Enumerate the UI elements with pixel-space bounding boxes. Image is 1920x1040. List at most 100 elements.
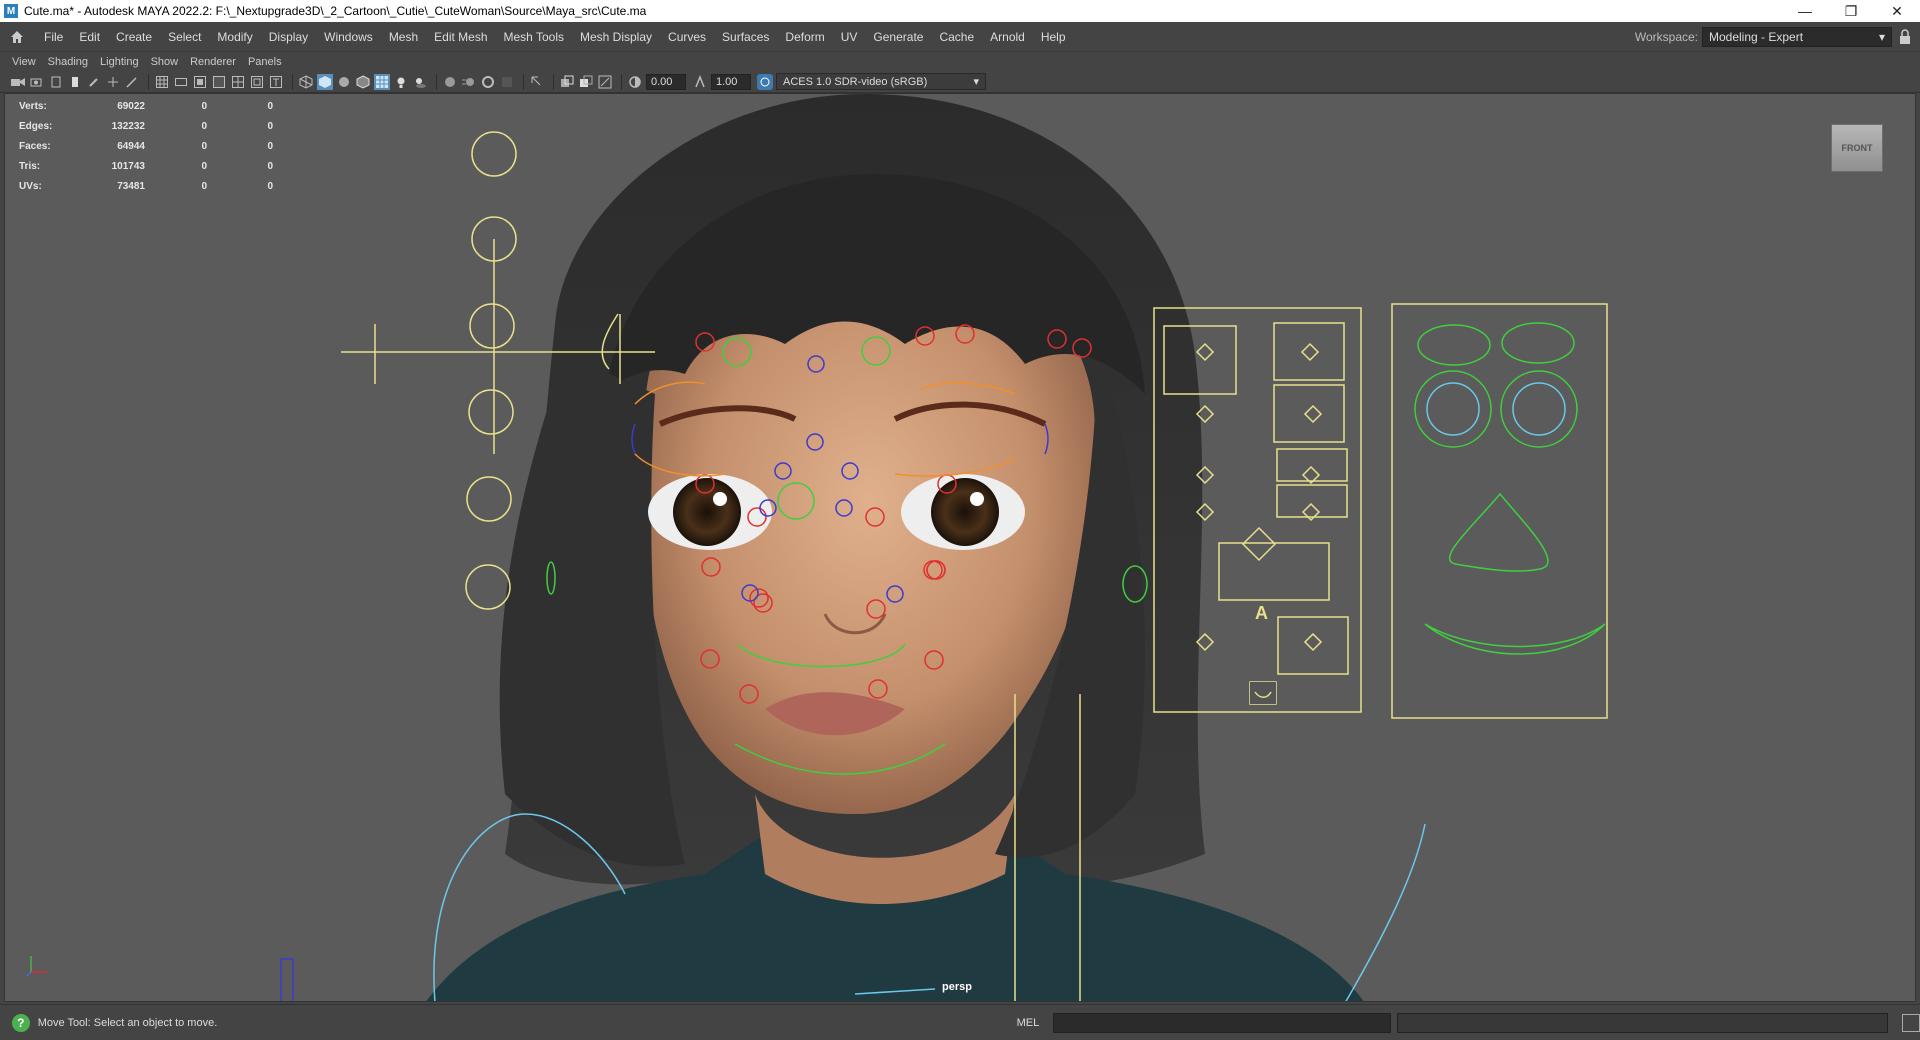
- workspace-dropdown[interactable]: Modeling - Expert ▾: [1702, 26, 1892, 47]
- safe-action-icon[interactable]: [249, 74, 265, 90]
- gamma-field[interactable]: 1.00: [711, 73, 751, 90]
- menu-uv[interactable]: UV: [833, 30, 866, 44]
- panel-menu-renderer[interactable]: Renderer: [184, 56, 242, 68]
- menu-edit[interactable]: Edit: [71, 30, 108, 44]
- help-icon[interactable]: ?: [12, 1013, 30, 1032]
- ui-panel-letter: A: [1255, 603, 1268, 623]
- hud-value-tri: 0: [267, 120, 273, 132]
- field-chart-icon[interactable]: [230, 74, 246, 90]
- command-line-input[interactable]: [1053, 1012, 1392, 1033]
- xray-icon[interactable]: [559, 74, 575, 90]
- anti-aliasing-icon[interactable]: [480, 74, 496, 90]
- wireframe-on-shaded-icon[interactable]: [355, 74, 371, 90]
- resolution-gate-icon[interactable]: [192, 74, 208, 90]
- viewport-scene: A: [280, 94, 1608, 1001]
- image-plane-icon[interactable]: [67, 74, 83, 90]
- isolate-select-icon[interactable]: [529, 74, 545, 90]
- hud-label: Verts:: [19, 100, 47, 112]
- status-bar: ? Move Tool: Select an object to move. M…: [0, 1004, 1920, 1040]
- grease-pencil-icon[interactable]: [86, 74, 102, 90]
- toolbar-divider: [553, 73, 554, 90]
- panel-menu-panels[interactable]: Panels: [242, 56, 288, 68]
- menu-curves[interactable]: Curves: [660, 30, 714, 44]
- menu-edit-mesh[interactable]: Edit Mesh: [426, 30, 495, 44]
- depth-of-field-icon[interactable]: [499, 74, 515, 90]
- menu-file[interactable]: File: [36, 30, 71, 44]
- menu-mesh[interactable]: Mesh: [381, 30, 426, 44]
- eye-highlight-right: [970, 492, 984, 506]
- hud-value-selected: 0: [201, 160, 207, 172]
- panel-menu-lighting[interactable]: Lighting: [94, 56, 145, 68]
- hud-value-tri: 0: [267, 160, 273, 172]
- gamma-icon[interactable]: [692, 74, 708, 90]
- home-icon[interactable]: [4, 24, 30, 50]
- motion-blur-icon[interactable]: [461, 74, 477, 90]
- shadows-icon[interactable]: [412, 74, 428, 90]
- film-gate-icon[interactable]: [173, 74, 189, 90]
- color-management-icon[interactable]: [757, 73, 773, 90]
- view-cube[interactable]: FRONT: [1831, 124, 1883, 172]
- gate-mask-icon[interactable]: [211, 74, 227, 90]
- toolbar-divider: [436, 73, 437, 90]
- exposure-field[interactable]: 0.00: [646, 73, 686, 90]
- 2d-pan-zoom-icon[interactable]: [105, 74, 121, 90]
- viewport-persp[interactable]: A Verts: 69022 0 0 Edges: 132232 0 0 Fac…: [4, 93, 1916, 1002]
- panel-menu-view[interactable]: View: [6, 56, 42, 68]
- xray-active-icon[interactable]: [578, 74, 594, 90]
- pencil-icon[interactable]: [124, 74, 140, 90]
- safe-title-icon[interactable]: [268, 74, 284, 90]
- menu-windows[interactable]: Windows: [316, 30, 381, 44]
- menu-cache[interactable]: Cache: [931, 30, 982, 44]
- hud-row-uvs: UVs: 73481 0 0: [19, 176, 273, 196]
- panel-menu-show[interactable]: Show: [145, 56, 185, 68]
- hud-value-tri: 0: [267, 140, 273, 152]
- menu-select[interactable]: Select: [160, 30, 209, 44]
- hud-row-edges: Edges: 132232 0 0: [19, 116, 273, 136]
- hud-value-selected: 0: [201, 180, 207, 192]
- title-bar: M Cute.ma* - Autodesk MAYA 2022.2: F:\_N…: [0, 0, 1920, 22]
- workspace-value: Modeling - Expert: [1709, 29, 1804, 44]
- menu-generate[interactable]: Generate: [865, 30, 931, 44]
- grid-icon[interactable]: [154, 74, 170, 90]
- toolbar-divider: [523, 73, 524, 90]
- menu-help[interactable]: Help: [1033, 30, 1074, 44]
- script-language-toggle[interactable]: MEL: [1017, 1017, 1040, 1029]
- hud-value-tri: 0: [267, 100, 273, 112]
- hud-value-total: 64944: [117, 140, 145, 152]
- hud-value-total: 101743: [111, 160, 145, 172]
- bookmark-icon[interactable]: [48, 74, 64, 90]
- camera-select-icon[interactable]: [10, 74, 26, 90]
- smile-icon-bg: [1250, 682, 1276, 704]
- view-transform-value: ACES 1.0 SDR-video (sRGB): [783, 75, 928, 88]
- smooth-shade-icon[interactable]: [317, 73, 333, 90]
- lock-icon[interactable]: [1898, 28, 1912, 45]
- use-all-lights-icon[interactable]: [393, 74, 409, 90]
- textured-icon[interactable]: [374, 73, 390, 90]
- default-material-icon[interactable]: [336, 74, 352, 90]
- menu-display[interactable]: Display: [261, 30, 316, 44]
- hud-value-selected: 0: [201, 120, 207, 132]
- panel-menu-shading[interactable]: Shading: [42, 56, 94, 68]
- minimize-button[interactable]: —: [1782, 0, 1828, 22]
- screen-space-ao-icon[interactable]: [442, 74, 458, 90]
- menu-create[interactable]: Create: [108, 30, 160, 44]
- xray-joints-icon[interactable]: [597, 74, 613, 90]
- camera-attributes-icon[interactable]: [29, 74, 45, 90]
- exposure-icon[interactable]: [627, 74, 643, 90]
- wireframe-icon[interactable]: [298, 74, 314, 90]
- restore-button[interactable]: ❐: [1828, 0, 1874, 22]
- panel-menu-bar: View Shading Lighting Show Renderer Pane…: [0, 53, 1920, 71]
- maya-app-icon: M: [4, 4, 18, 18]
- menu-surfaces[interactable]: Surfaces: [714, 30, 777, 44]
- menu-arnold[interactable]: Arnold: [982, 30, 1033, 44]
- menu-modify[interactable]: Modify: [209, 30, 260, 44]
- workspace-label: Workspace:: [1634, 29, 1698, 44]
- view-transform-dropdown[interactable]: ACES 1.0 SDR-video (sRGB) ▾: [776, 73, 986, 90]
- poly-count-hud: Verts: 69022 0 0 Edges: 132232 0 0 Faces…: [19, 96, 273, 196]
- menu-mesh-tools[interactable]: Mesh Tools: [496, 30, 572, 44]
- close-button[interactable]: ✕: [1874, 0, 1920, 22]
- script-editor-icon[interactable]: [1902, 1013, 1920, 1032]
- menu-deform[interactable]: Deform: [777, 30, 832, 44]
- toolbar-divider: [621, 73, 622, 90]
- menu-mesh-display[interactable]: Mesh Display: [572, 30, 660, 44]
